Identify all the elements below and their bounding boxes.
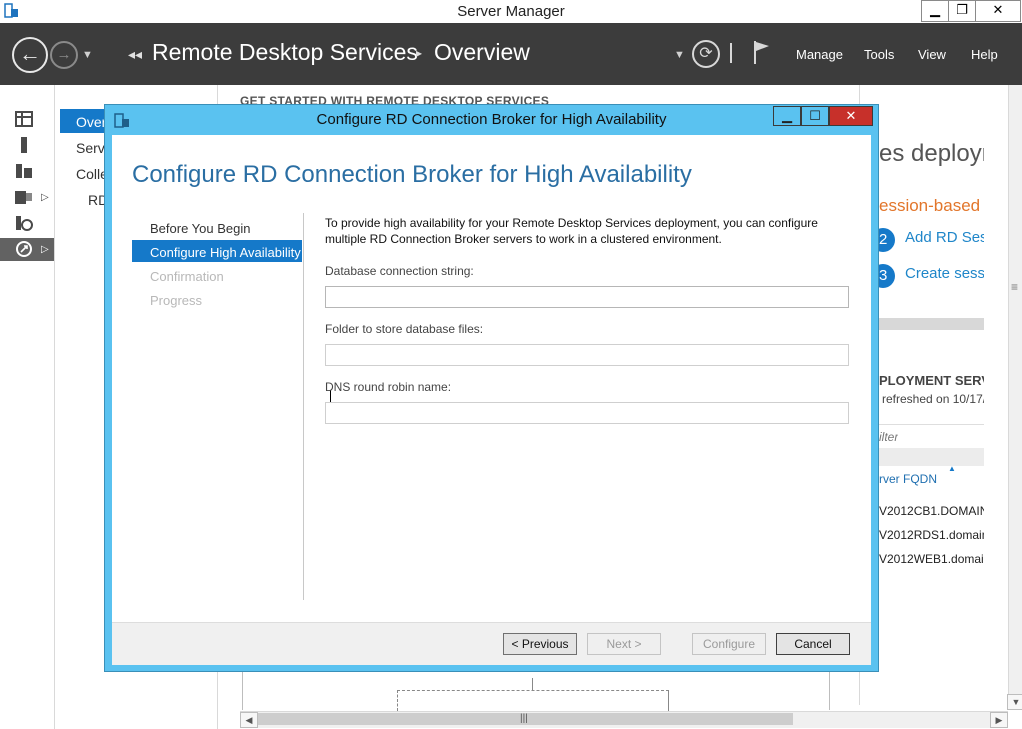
iis-icon[interactable] — [14, 214, 34, 234]
db-connection-label: Database connection string: — [325, 264, 474, 278]
server-manager-icon — [3, 3, 19, 19]
step-confirmation: Confirmation — [150, 269, 224, 284]
nav-item-servers[interactable]: Servers — [76, 140, 104, 156]
all-servers-icon[interactable] — [14, 162, 34, 182]
expand-arrow-icon[interactable]: ▷ — [41, 192, 49, 203]
dialog-footer: < Previous Next > Configure Cancel — [112, 622, 871, 665]
app-title-bar: Server Manager — [0, 0, 1022, 24]
diagram-connector — [532, 678, 533, 690]
bg-scroll-strip — [879, 318, 984, 330]
configure-button[interactable]: Configure — [692, 633, 766, 655]
scroll-down-icon[interactable]: ▼ — [1007, 694, 1022, 710]
menu-tools[interactable]: Tools — [864, 47, 894, 62]
bg-session-based: ession-based — [879, 196, 981, 215]
close-button[interactable]: ✕ — [975, 0, 1021, 22]
bg-filter-toolbar — [877, 448, 984, 466]
bg-fqdn-header[interactable]: rver FQDN — [879, 472, 937, 486]
configure-ha-dialog: Configure RD Connection Broker for High … — [104, 104, 879, 672]
bg-filter-placeholder: ilter — [879, 430, 899, 444]
bg-refreshed-text: refreshed on 10/17/ — [882, 392, 984, 406]
previous-button[interactable]: < Previous — [503, 633, 577, 655]
breadcrumb-back-icon[interactable]: ◂◂ — [128, 46, 142, 63]
dialog-close-button[interactable]: ✕ — [829, 106, 873, 126]
menu-view[interactable]: View — [918, 47, 946, 62]
db-connection-string-input[interactable] — [325, 286, 849, 308]
step-configure-high-availability[interactable]: Configure High Availability — [150, 245, 301, 260]
scroll-right-icon[interactable]: ▶ — [990, 712, 1008, 728]
table-row[interactable]: V2012RDS1.domain — [879, 528, 984, 542]
scrollbar-grip-icon[interactable]: ≡ — [1011, 280, 1018, 294]
app-title: Server Manager — [457, 3, 565, 20]
table-row[interactable]: V2012WEB1.domain — [879, 552, 984, 566]
nav-item-collections[interactable]: Collections — [76, 166, 104, 182]
step-number: 2 — [879, 231, 888, 248]
sort-ascending-icon: ▲ — [948, 464, 956, 473]
vertical-scrollbar[interactable] — [1008, 85, 1022, 707]
bg-add-rd-link[interactable]: Add RD Ses — [905, 229, 984, 246]
forward-button[interactable]: → — [50, 41, 78, 69]
next-button[interactable]: Next > — [587, 633, 661, 655]
breadcrumb-item-overview: Overview — [434, 39, 530, 65]
description-text: To provide high availability for your Re… — [325, 216, 818, 246]
scrollbar-grip-icon[interactable]: ||| — [520, 713, 528, 724]
divider — [730, 43, 732, 63]
chevron-down-icon[interactable]: ▼ — [674, 49, 685, 61]
chevron-down-icon[interactable]: ▼ — [82, 49, 93, 61]
nav-item-rd[interactable]: RD — [88, 192, 104, 208]
cancel-button[interactable]: Cancel — [776, 633, 850, 655]
step-before-you-begin[interactable]: Before You Begin — [150, 221, 250, 236]
breadcrumb-item-rds[interactable]: Remote Desktop Services — [152, 39, 418, 66]
menu-manage[interactable]: Manage — [796, 47, 843, 62]
local-server-icon[interactable] — [14, 136, 34, 156]
dns-round-robin-input[interactable] — [325, 402, 849, 424]
dialog-heading: Configure RD Connection Broker for High … — [132, 161, 692, 188]
dialog-body: Configure RD Connection Broker for High … — [112, 135, 871, 622]
bg-deployment-title: es deployn — [879, 140, 984, 167]
dialog-title: Configure RD Connection Broker for High … — [316, 111, 667, 128]
bg-create-session-link[interactable]: Create sess — [905, 265, 984, 282]
db-folder-input[interactable] — [325, 344, 849, 366]
nav-item-overview[interactable]: Overview — [76, 114, 104, 130]
table-row[interactable]: V2012CB1.DOMAIN — [879, 504, 984, 518]
dialog-maximize-button[interactable]: ☐ — [801, 106, 829, 126]
dashboard-icon[interactable] — [14, 110, 34, 130]
restore-button[interactable]: ❐ — [948, 0, 976, 22]
notifications-flag-icon[interactable] — [752, 39, 772, 65]
step-number: 3 — [879, 267, 888, 284]
breadcrumb-separator-icon: ▸ — [416, 46, 423, 60]
header-bar: ← → ▼ ◂◂ Remote Desktop Services ▸ Overv… — [0, 23, 1022, 85]
refresh-icon[interactable]: ⟳ — [692, 40, 720, 68]
dns-name-label: DNS round robin name: — [325, 380, 452, 394]
remote-desktop-services-icon[interactable] — [14, 240, 34, 260]
back-button[interactable]: ← — [12, 37, 48, 73]
dialog-minimize-button[interactable]: ▁ — [773, 106, 801, 126]
step-progress: Progress — [150, 293, 203, 308]
diagram-box — [397, 690, 669, 711]
file-storage-icon[interactable] — [14, 188, 34, 208]
menu-help[interactable]: Help — [971, 47, 998, 62]
scroll-left-icon[interactable]: ◀ — [240, 712, 258, 728]
db-folder-label: Folder to store database files: — [325, 322, 484, 336]
minimize-button[interactable]: ▁ — [921, 0, 949, 22]
expand-arrow-icon[interactable]: ▷ — [41, 244, 49, 255]
bg-servers-title: PLOYMENT SERV — [879, 373, 984, 388]
divider — [303, 213, 304, 600]
